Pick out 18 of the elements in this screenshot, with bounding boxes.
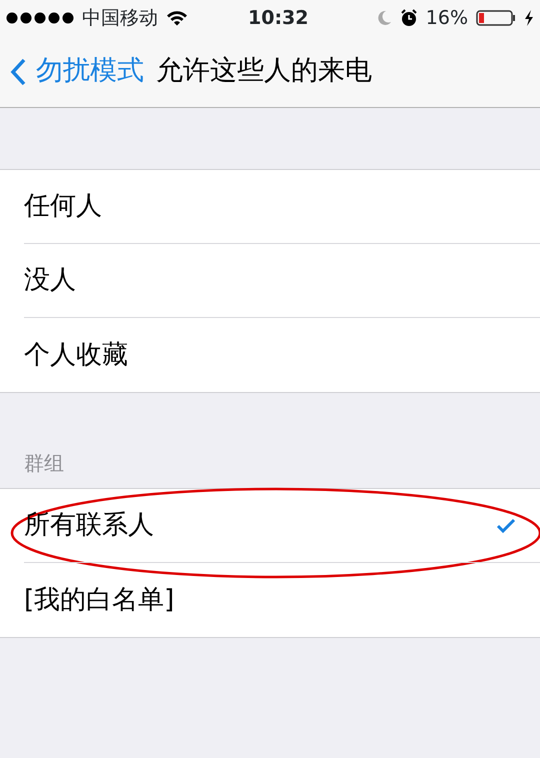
page-title: 允许这些人的来电 [156, 54, 372, 88]
battery-icon [476, 9, 516, 27]
carrier-name: 中国移动 [82, 6, 158, 31]
wifi-icon [166, 10, 188, 26]
list-item[interactable]: [我的白名单] [24, 563, 540, 637]
chevron-left-icon [10, 58, 26, 86]
checkmark-icon [496, 518, 516, 534]
back-button[interactable]: 勿扰模式 [10, 51, 144, 92]
clock-time: 10:32 [248, 6, 308, 31]
list-item[interactable]: 个人收藏 [24, 318, 540, 392]
charging-icon [524, 9, 534, 27]
moon-icon [376, 10, 392, 26]
list-item[interactable]: 没人 [24, 244, 540, 318]
list-item[interactable]: 任何人 [24, 170, 540, 244]
alarm-icon [400, 9, 418, 27]
section-header: 群组 [23, 450, 64, 477]
signal-icon [6, 12, 74, 24]
battery-percent: 16% [426, 6, 468, 31]
